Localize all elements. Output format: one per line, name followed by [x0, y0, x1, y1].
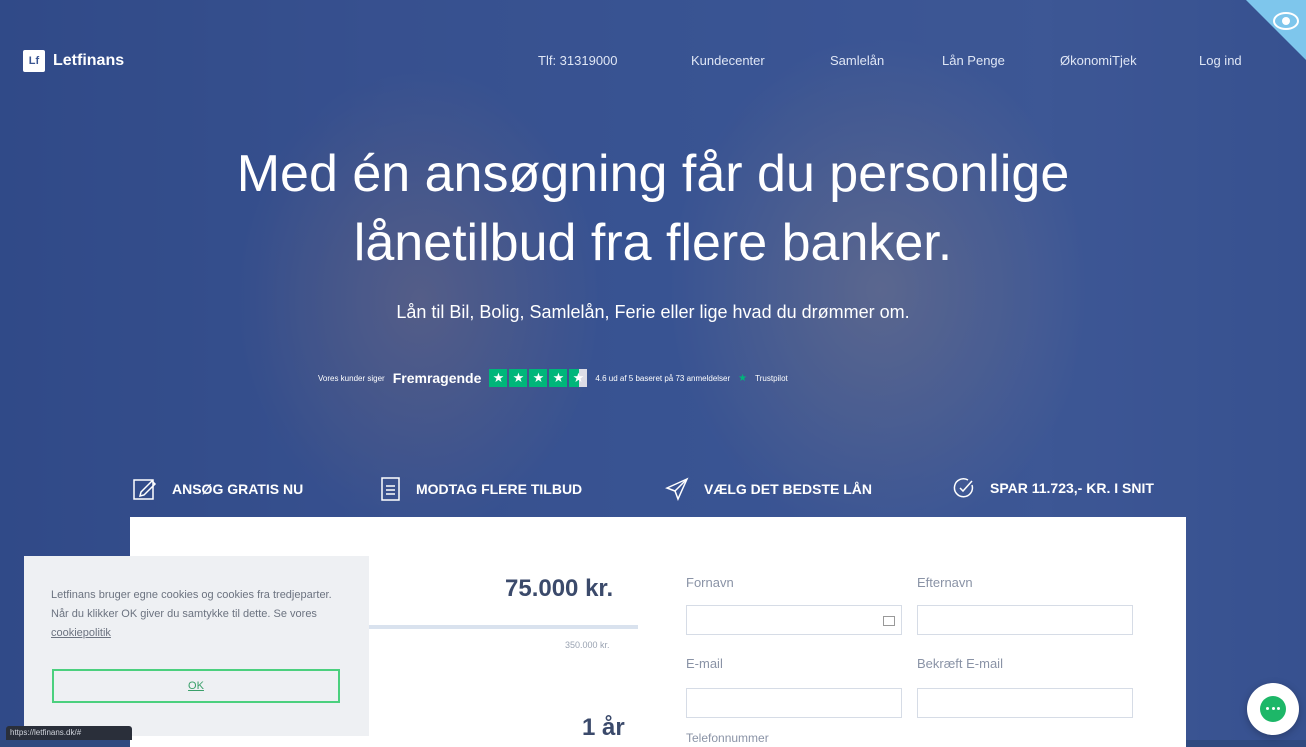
- cookie-ok-button[interactable]: OK: [52, 669, 340, 703]
- nav-log-ind[interactable]: Log ind: [1199, 53, 1242, 68]
- hero-title-line2: lånetilbud fra flere banker.: [353, 214, 953, 272]
- document-icon: [381, 477, 400, 501]
- first-name-input[interactable]: [687, 606, 905, 636]
- amount-slider-max: 350.000 kr.: [565, 640, 610, 650]
- confirm-email-input[interactable]: [918, 689, 1136, 719]
- step-apply: ANSØG GRATIS NU: [132, 476, 303, 502]
- nav-phone[interactable]: Tlf: 31319000: [538, 53, 618, 68]
- star-half-icon: ★: [569, 369, 588, 387]
- hero-subtitle: Lån til Bil, Bolig, Samlelån, Ferie elle…: [396, 302, 910, 322]
- accessibility-corner[interactable]: [1246, 0, 1306, 60]
- email-input[interactable]: [687, 689, 905, 719]
- email-label: E-mail: [686, 656, 723, 671]
- step-label: ANSØG GRATIS NU: [172, 481, 304, 497]
- last-name-field[interactable]: [917, 605, 1136, 636]
- nav-okonomitjek[interactable]: ØkonomiTjek: [1060, 53, 1137, 68]
- email-field[interactable]: [686, 688, 905, 719]
- send-icon: [665, 477, 689, 501]
- step-receive: MODTAG FLERE TILBUD: [380, 476, 582, 502]
- last-name-label: Efternavn: [917, 575, 973, 590]
- nav-kundecenter[interactable]: Kundecenter: [691, 53, 765, 68]
- cookie-message: Letfinans bruger egne cookies og cookies…: [51, 589, 332, 620]
- step-label: MODTAG FLERE TILBUD: [416, 481, 583, 497]
- top-nav: Tlf: 31319000 Kundecenter Samlelån Lån P…: [0, 53, 1306, 73]
- star-icon: ★: [489, 369, 508, 387]
- trustpilot-brand: Trustpilot: [755, 373, 788, 383]
- trustpilot-logo-icon: ★: [738, 372, 748, 384]
- step-choose: VÆLG DET BEDSTE LÅN: [664, 476, 872, 502]
- trustpilot-rating-word: Fremragende: [392, 370, 482, 386]
- amount-slider[interactable]: [368, 625, 638, 629]
- check-circle-icon: [953, 478, 974, 498]
- chat-button[interactable]: [1247, 683, 1299, 735]
- cookie-policy-link[interactable]: cookiepolitik: [51, 627, 111, 639]
- nav-lan-penge[interactable]: Lån Penge: [942, 53, 1005, 68]
- loan-amount-value: 75.000 kr.: [505, 575, 614, 602]
- trustpilot-stars: ★ ★ ★ ★ ★: [489, 369, 588, 387]
- status-bar-url: https://letfinans.dk/#: [6, 726, 132, 740]
- star-icon: ★: [549, 369, 568, 387]
- eye-icon[interactable]: [1273, 12, 1299, 30]
- step-label: SPAR 11.723,- KR. I SNIT: [990, 480, 1154, 496]
- first-name-label: Fornavn: [686, 575, 734, 590]
- trustpilot-widget[interactable]: Vores kunder siger Fremragende ★ ★ ★ ★ ★…: [318, 369, 788, 387]
- chat-bubble-icon: [1260, 696, 1286, 722]
- trustpilot-lead: Vores kunder siger: [318, 373, 385, 383]
- loan-duration-value: 1 år: [582, 714, 625, 741]
- step-label: VÆLG DET BEDSTE LÅN: [704, 481, 873, 497]
- confirm-email-label: Bekræft E-mail: [917, 656, 1003, 671]
- last-name-input[interactable]: [918, 606, 1136, 636]
- steps-row: ANSØG GRATIS NU MODTAG FLERE TILBUD VÆLG…: [0, 476, 1306, 502]
- hero-title-line1: Med én ansøgning får du personlige: [236, 145, 1070, 203]
- step-save: SPAR 11.723,- KR. I SNIT: [952, 476, 1154, 500]
- star-icon: ★: [529, 369, 548, 387]
- confirm-email-field[interactable]: [917, 688, 1136, 719]
- contact-card-icon: [883, 616, 895, 626]
- trustpilot-score: 4.6 ud af 5 baseret på 73 anmeldelser: [595, 373, 731, 383]
- star-icon: ★: [509, 369, 528, 387]
- first-name-field[interactable]: [686, 605, 905, 636]
- phone-label: Telefonnummer: [686, 731, 769, 745]
- nav-samlelan[interactable]: Samlelån: [830, 53, 884, 68]
- cookie-banner: Letfinans bruger egne cookies og cookies…: [24, 556, 369, 736]
- cookie-text: Letfinans bruger egne cookies og cookies…: [51, 586, 351, 643]
- edit-icon: [133, 479, 157, 500]
